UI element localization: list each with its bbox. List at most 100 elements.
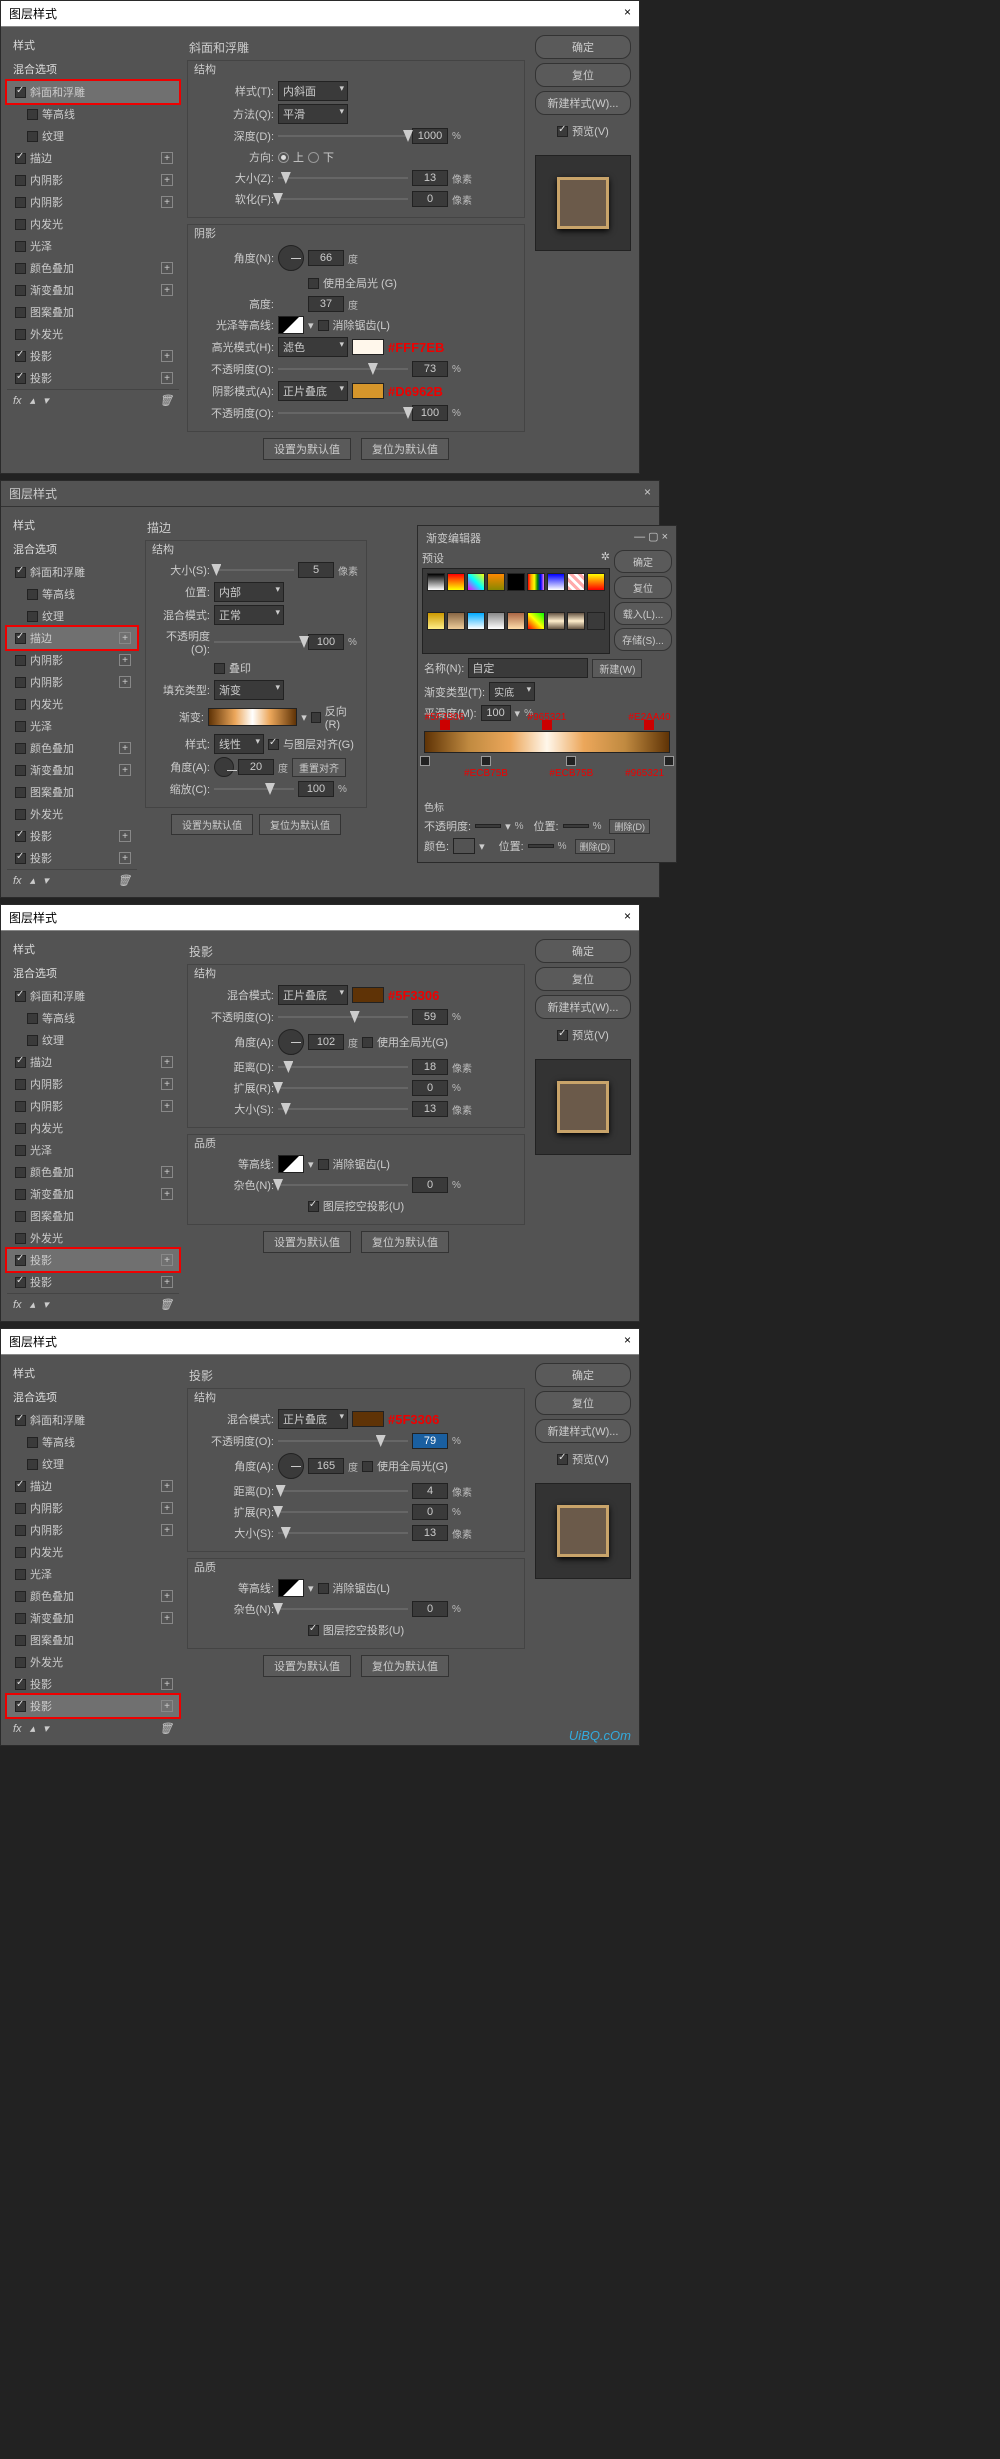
sidebar-item-satin[interactable]: 光泽 — [7, 1139, 179, 1161]
new-grad-button[interactable]: 新建(W) — [592, 659, 642, 678]
checkbox[interactable] — [15, 197, 26, 208]
reset-default-button[interactable]: 复位为默认值 — [361, 1655, 449, 1677]
technique-select[interactable]: 平滑 — [278, 104, 348, 124]
ge-save-button[interactable]: 存储(S)... — [614, 628, 672, 651]
sidebar-item-outer-glow[interactable]: 外发光 — [7, 1227, 179, 1249]
gradient-bar[interactable]: #5F3306 #965321 #E2AA40 #ECB75B #ECB75B … — [424, 731, 670, 753]
sidebar-item-inner-shadow[interactable]: 内阴影+ — [7, 1073, 179, 1095]
grad-style-select[interactable]: 线性 — [214, 734, 264, 754]
ok-button[interactable]: 确定 — [535, 939, 631, 963]
sidebar-item-gradient-overlay[interactable]: 渐变叠加+ — [7, 279, 179, 301]
spread-input[interactable]: 0 — [412, 1080, 448, 1096]
s-opac-input[interactable]: 100 — [412, 405, 448, 421]
fx-label[interactable]: fx — [13, 395, 22, 407]
direction-down-radio[interactable] — [308, 152, 319, 163]
sidebar-item-inner-shadow-2[interactable]: 内阴影+ — [7, 191, 179, 213]
angle-dial[interactable] — [278, 245, 304, 271]
add-icon[interactable]: + — [161, 372, 173, 384]
sidebar-item-pattern-overlay[interactable]: 图案叠加 — [7, 1205, 179, 1227]
stop-loc2-input[interactable] — [528, 844, 554, 848]
reset-default-button[interactable]: 复位为默认值 — [259, 814, 341, 835]
sidebar-item-stroke[interactable]: 描边+ — [7, 627, 137, 649]
opac-slider[interactable] — [278, 1435, 408, 1447]
chevron-down-icon[interactable]: ▾ — [515, 707, 521, 720]
hmode-select[interactable]: 滤色 — [278, 337, 348, 357]
knockout-checkbox[interactable] — [308, 1625, 319, 1636]
sidebar-item-satin[interactable]: 光泽 — [7, 715, 137, 737]
spread-slider[interactable] — [278, 1506, 408, 1518]
stop-color-swatch[interactable] — [453, 838, 475, 854]
sidebar-item-pattern-overlay[interactable]: 图案叠加 — [7, 301, 179, 323]
blend-select[interactable]: 正片叠底 — [278, 985, 348, 1005]
sidebar-item-color-overlay[interactable]: 颜色叠加+ — [7, 1585, 179, 1607]
add-icon[interactable]: + — [119, 632, 131, 644]
set-default-button[interactable]: 设置为默认值 — [171, 814, 253, 835]
anti-alias-checkbox[interactable] — [318, 1583, 329, 1594]
sidebar-item-inner-shadow[interactable]: 内阴影+ — [7, 169, 179, 191]
position-select[interactable]: 内部 — [214, 582, 284, 602]
sidebar-item-contour[interactable]: 等高线 — [7, 1007, 179, 1029]
sidebar-item-drop-shadow[interactable]: 投影+ — [7, 1673, 179, 1695]
sidebar-item-color-overlay[interactable]: 颜色叠加+ — [7, 1161, 179, 1183]
preview-checkbox[interactable] — [557, 126, 568, 137]
size-slider[interactable] — [278, 1527, 408, 1539]
sidebar-item-satin[interactable]: 光泽 — [7, 235, 179, 257]
close-icon[interactable]: × — [644, 485, 651, 502]
altitude-input[interactable]: 37 — [308, 296, 344, 312]
direction-up-radio[interactable] — [278, 152, 289, 163]
sidebar-item-inner-shadow-2[interactable]: 内阴影+ — [7, 1519, 179, 1541]
arrow-up-icon[interactable]: ▴ — [30, 394, 36, 407]
arrow-down-icon[interactable]: ▾ — [43, 1298, 49, 1311]
chevron-down-icon[interactable]: ▾ — [308, 1582, 314, 1595]
depth-slider[interactable] — [278, 130, 408, 142]
reset-align-button[interactable]: 重置对齐 — [292, 758, 346, 777]
add-icon[interactable]: + — [161, 174, 173, 186]
sidebar-item-inner-shadow-2[interactable]: 内阴影+ — [7, 671, 137, 693]
checkbox[interactable] — [15, 153, 26, 164]
shadow-color-swatch[interactable] — [352, 383, 384, 399]
sidebar-item-inner-glow[interactable]: 内发光 — [7, 1541, 179, 1563]
sidebar-item-bevel[interactable]: 斜面和浮雕 — [7, 985, 179, 1007]
add-icon[interactable]: + — [161, 262, 173, 274]
dist-input[interactable]: 18 — [412, 1059, 448, 1075]
gradient-presets[interactable] — [422, 568, 610, 654]
ge-ok-button[interactable]: 确定 — [614, 550, 672, 573]
s-opac-slider[interactable] — [278, 407, 408, 419]
sidebar-item-outer-glow[interactable]: 外发光 — [7, 803, 137, 825]
sidebar-item-pattern-overlay[interactable]: 图案叠加 — [7, 781, 137, 803]
size-input[interactable]: 13 — [412, 1525, 448, 1541]
new-style-button[interactable]: 新建样式(W)... — [535, 1419, 631, 1443]
checkbox[interactable] — [15, 373, 26, 384]
arrow-down-icon[interactable]: ▾ — [43, 874, 49, 887]
sidebar-item-contour[interactable]: 等高线 — [7, 1431, 179, 1453]
grad-name-input[interactable]: 自定 — [468, 658, 588, 678]
preview-checkbox[interactable] — [557, 1454, 568, 1465]
sidebar-item-inner-shadow[interactable]: 内阴影+ — [7, 1497, 179, 1519]
arrow-down-icon[interactable]: ▾ — [43, 1722, 49, 1735]
anti-alias-checkbox[interactable] — [318, 320, 329, 331]
add-icon[interactable]: + — [161, 152, 173, 164]
dist-input[interactable]: 4 — [412, 1483, 448, 1499]
dist-slider[interactable] — [278, 1061, 408, 1073]
sidebar-item-gradient-overlay[interactable]: 渐变叠加+ — [7, 1183, 179, 1205]
sidebar-item-inner-shadow[interactable]: 内阴影+ — [7, 649, 137, 671]
reverse-checkbox[interactable] — [311, 712, 321, 723]
sidebar-item-texture[interactable]: 纹理 — [7, 1029, 179, 1051]
angle-dial[interactable] — [278, 1029, 304, 1055]
sidebar-item-drop-shadow-2[interactable]: 投影+ — [7, 847, 137, 869]
contour-picker[interactable] — [278, 1155, 304, 1173]
dist-slider[interactable] — [278, 1485, 408, 1497]
delete-stop-button[interactable]: 删除(D) — [609, 819, 650, 834]
stop-loc-input[interactable] — [563, 824, 589, 828]
noise-input[interactable]: 0 — [412, 1601, 448, 1617]
ge-load-button[interactable]: 载入(L)... — [614, 602, 672, 625]
ok-button[interactable]: 确定 — [535, 35, 631, 59]
sidebar-item-color-overlay[interactable]: 颜色叠加+ — [7, 257, 179, 279]
checkbox[interactable] — [15, 87, 26, 98]
angle-input[interactable]: 102 — [308, 1034, 344, 1050]
add-icon[interactable]: + — [161, 350, 173, 362]
checkbox[interactable] — [27, 131, 38, 142]
sidebar-item-outer-glow[interactable]: 外发光 — [7, 1651, 179, 1673]
soften-input[interactable]: 0 — [412, 191, 448, 207]
checkbox[interactable] — [15, 351, 26, 362]
